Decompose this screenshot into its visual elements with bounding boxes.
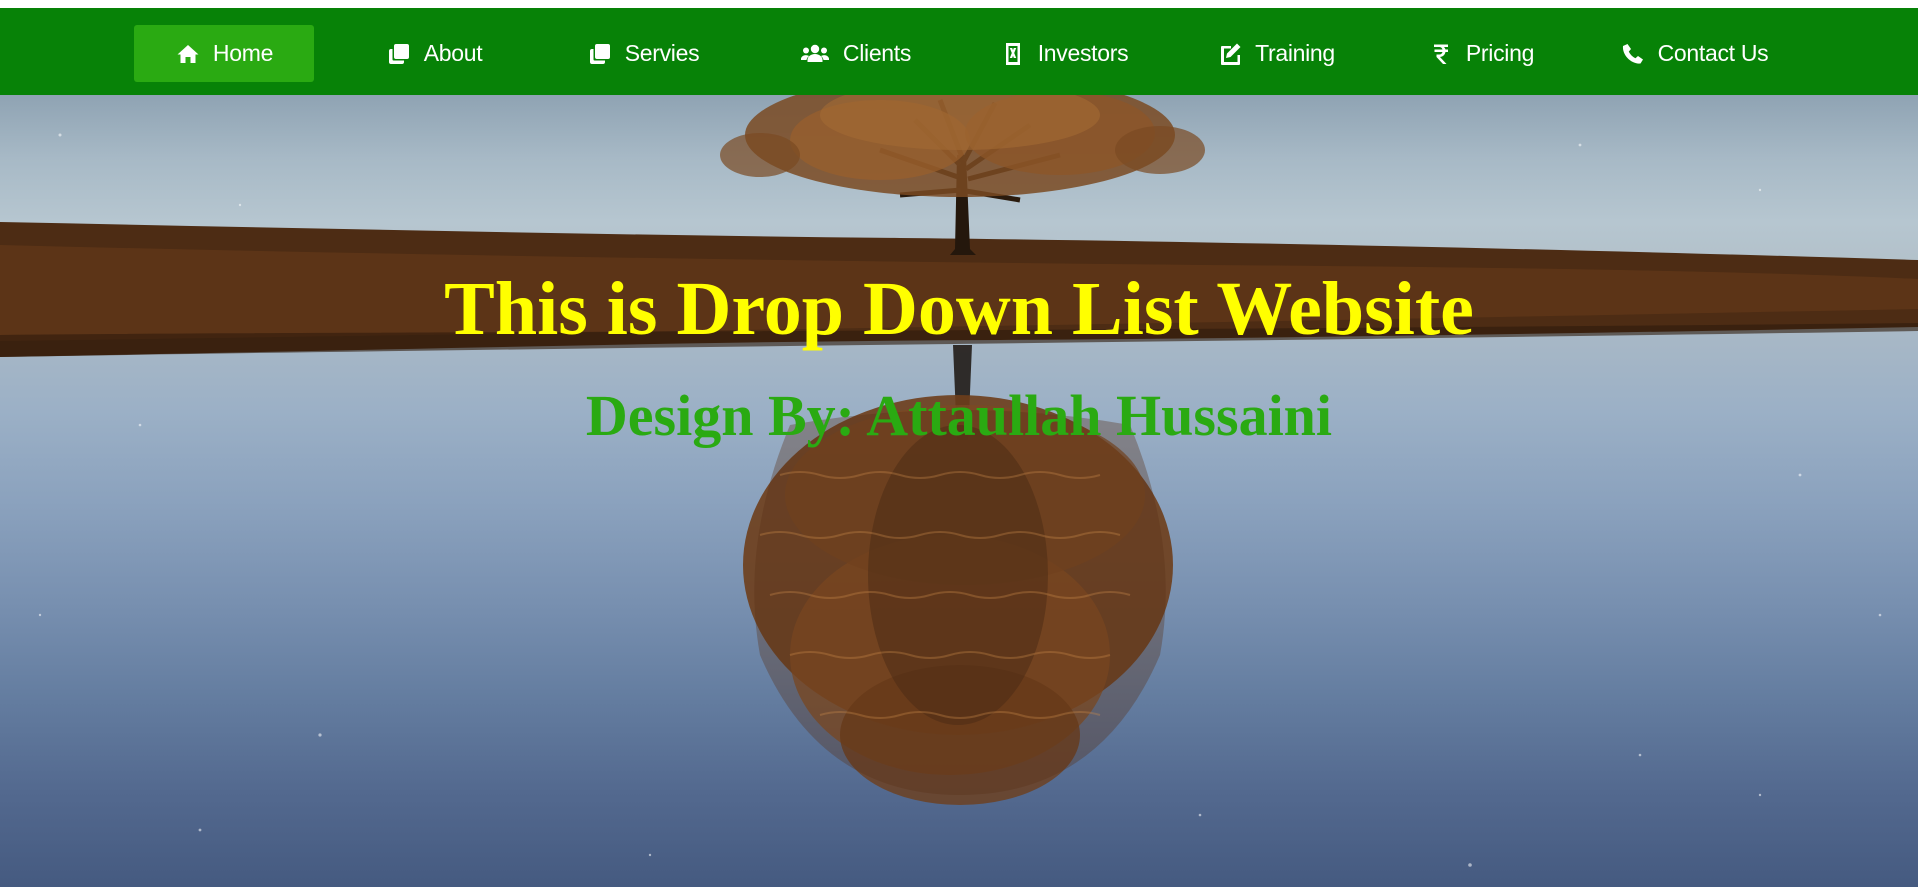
nav-item-training[interactable]: Training [1206, 25, 1346, 82]
nav-item-home[interactable]: Home [134, 25, 314, 82]
page: Home About Servies Clients Investors Tra… [0, 0, 1918, 887]
nav-label: Servies [624, 40, 700, 66]
edit-icon [1217, 41, 1243, 67]
nav-item-pricing[interactable]: Pricing [1426, 25, 1536, 82]
landscape-background-image [0, 95, 1918, 867]
nav-label: About [423, 40, 483, 66]
top-strip [0, 0, 1918, 8]
clone-icon [587, 41, 613, 67]
nav-item-clients[interactable]: Clients [790, 25, 920, 82]
nav-label: Contact Us [1657, 40, 1769, 66]
nav-item-servies[interactable]: Servies [578, 25, 708, 82]
hero-banner: This is Drop Down List Website Design By… [0, 95, 1918, 887]
nav-item-about[interactable]: About [376, 25, 492, 82]
phone-icon [1620, 41, 1646, 67]
hero-title: This is Drop Down List Website [444, 267, 1474, 351]
main-navbar: Home About Servies Clients Investors Tra… [0, 8, 1918, 95]
nav-label: Investors [1037, 40, 1129, 66]
users-icon [799, 41, 831, 67]
home-icon [175, 41, 201, 67]
nav-list: Home About Servies Clients Investors Tra… [0, 8, 1918, 95]
nav-label: Training [1255, 40, 1335, 66]
nav-item-investors[interactable]: Investors [996, 25, 1132, 82]
nav-label: Clients [842, 40, 912, 66]
nav-label: Pricing [1465, 40, 1535, 66]
rupee-icon [1428, 41, 1454, 67]
hero-subtitle: Design By: Attaullah Hussaini [585, 383, 1333, 448]
nav-item-contact-us[interactable]: Contact Us [1614, 25, 1774, 82]
clone-icon [386, 41, 412, 67]
file-excel-icon [1000, 41, 1026, 67]
nav-label: Home [212, 40, 274, 66]
